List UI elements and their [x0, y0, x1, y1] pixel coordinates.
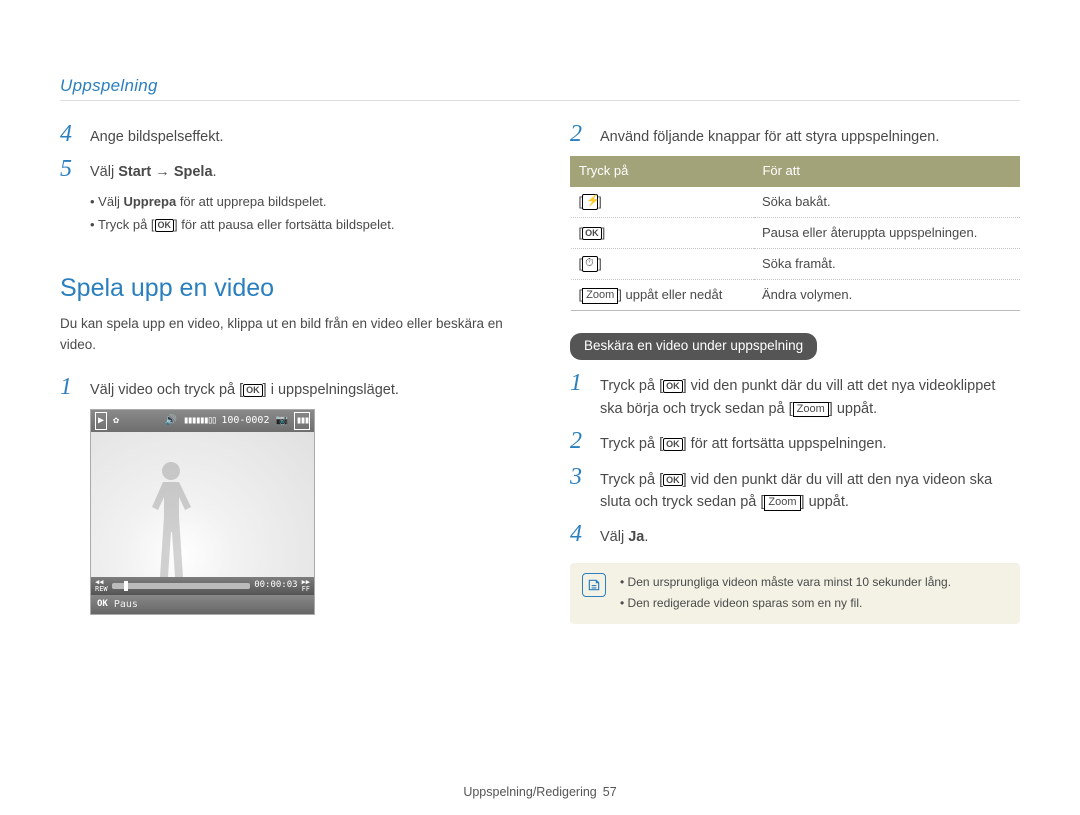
step-number: 2: [570, 121, 588, 148]
step-text: Välj video och tryck på [OK] i uppspelni…: [90, 374, 510, 401]
step5-bullets: Välj Upprepa för att upprepa bildspelet.…: [90, 192, 510, 235]
flash-icon: ⚡: [582, 194, 598, 210]
timer-icon: ⏱: [582, 256, 598, 272]
note-item: Den ursprungliga videon måste vara minst…: [620, 573, 1006, 592]
note-item: Den redigerade videon sparas som en ny f…: [620, 594, 1006, 613]
ff-label: ▶▶FF: [302, 579, 310, 593]
playback-step-2: 2 Använd följande knappar för att styra …: [570, 121, 1020, 148]
file-counter: 100-0002: [221, 413, 269, 429]
trim-step-4: 4 Välj Ja.: [570, 521, 1020, 548]
page-footer: Uppspelning/Redigering57: [0, 785, 1080, 799]
step-number: 1: [570, 370, 588, 420]
controls-table: Tryck på För att [⚡] Söka bakåt. [OK] Pa…: [570, 156, 1020, 311]
table-row: [Zoom] uppåt eller nedåt Ändra volymen.: [571, 280, 1020, 311]
table-row: [OK] Pausa eller återuppta uppspelningen…: [571, 217, 1020, 248]
ok-icon: OK: [663, 438, 683, 451]
trim-heading: Beskära en video under uppspelning: [570, 333, 817, 360]
right-column: 2 Använd följande knappar för att styra …: [570, 121, 1020, 624]
ok-icon: OK: [155, 219, 175, 232]
th-to: För att: [754, 157, 1020, 186]
left-column: 4 Ange bildspelseffekt. 5 Välj Start → S…: [60, 121, 510, 624]
paus-label: Paus: [114, 597, 138, 613]
ok-icon: OK: [243, 384, 263, 397]
zoom-icon: Zoom: [582, 288, 618, 304]
step-text: Använd följande knappar för att styra up…: [600, 121, 1020, 148]
step-number: 4: [60, 121, 78, 148]
step-text: Välj Start → Spela.: [90, 156, 510, 183]
ok-icon: OK: [663, 380, 683, 393]
th-press: Tryck på: [571, 157, 754, 186]
subsection-title: Spela upp en video: [60, 269, 510, 308]
step-text: Tryck på [OK] vid den punkt där du vill …: [600, 370, 1020, 420]
elapsed-time: 00:00:03: [254, 579, 297, 593]
note-box: Den ursprungliga videon måste vara minst…: [570, 563, 1020, 624]
step-number: 1: [60, 374, 78, 401]
trim-step-2: 2 Tryck på [OK] för att fortsätta uppspe…: [570, 428, 1020, 455]
trim-step-1: 1 Tryck på [OK] vid den punkt där du vil…: [570, 370, 1020, 420]
section-header: Uppspelning: [60, 0, 1020, 101]
step-4: 4 Ange bildspelseffekt.: [60, 121, 510, 148]
person-silhouette: [146, 462, 196, 577]
step-number: 4: [570, 521, 588, 548]
subsection-lede: Du kan spela upp en video, klippa ut en …: [60, 314, 510, 356]
step-number: 3: [570, 464, 588, 514]
table-row: [⏱] Söka framåt.: [571, 248, 1020, 279]
video-step-1: 1 Välj video och tryck på [OK] i uppspel…: [60, 374, 510, 401]
step-5: 5 Välj Start → Spela.: [60, 156, 510, 183]
trim-step-3: 3 Tryck på [OK] vid den punkt där du vil…: [570, 464, 1020, 514]
zoom-icon: Zoom: [764, 495, 800, 511]
step-number: 5: [60, 156, 78, 183]
play-icon: ▶: [95, 412, 107, 430]
zoom-icon: Zoom: [793, 402, 829, 418]
step-text: Välj Ja.: [600, 521, 1020, 548]
step-text: Tryck på [OK] vid den punkt där du vill …: [600, 464, 1020, 514]
rew-label: ◀◀REW: [95, 579, 108, 593]
ok-icon: OK: [582, 227, 602, 240]
ok-icon: OK: [97, 598, 108, 612]
camera-preview-figure: ▶ ✿ 🔊 ▮▮▮▮▮▮▯▯ 100-0002 📷 ▮▮▮ ◀◀REW: [90, 409, 315, 615]
step-text: Tryck på [OK] för att fortsätta uppspeln…: [600, 428, 1020, 455]
table-row: [⚡] Söka bakåt.: [571, 186, 1020, 217]
volume-icon: 🔊: [165, 413, 177, 429]
step-number: 2: [570, 428, 588, 455]
ok-icon: OK: [663, 474, 683, 487]
volume-level: ▮▮▮▮▮▮▯▯: [183, 413, 215, 429]
note-icon: [582, 573, 606, 597]
battery-icon: ▮▮▮: [294, 412, 310, 430]
step-text: Ange bildspelseffekt.: [90, 121, 510, 148]
